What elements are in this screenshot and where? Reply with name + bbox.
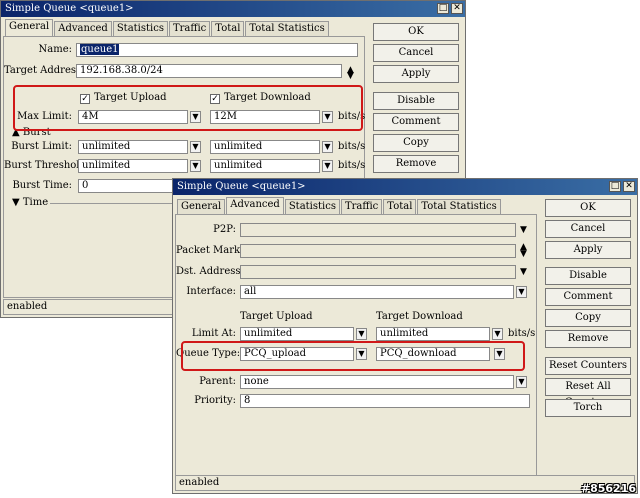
dropdown-icon[interactable]: ▼ xyxy=(190,160,201,172)
dropdown-icon[interactable]: ▼ xyxy=(322,141,333,153)
maximize-icon[interactable]: □ xyxy=(437,3,449,14)
limit-at-unit: bits/s xyxy=(508,328,536,339)
disable-button[interactable]: Disable xyxy=(545,267,631,285)
dst-address-input[interactable] xyxy=(240,265,516,279)
dropdown-icon[interactable]: ▼ xyxy=(516,376,527,388)
limit-at-label: Limit At: xyxy=(191,328,236,339)
tab-total[interactable]: Total xyxy=(383,199,417,214)
parent-label: Parent: xyxy=(199,376,236,387)
updown-arrow-icon-down[interactable]: ▼ xyxy=(347,70,354,82)
tab-total-statistics[interactable]: Total Statistics xyxy=(417,199,501,214)
name-input[interactable]: queue1 xyxy=(76,43,358,57)
limit-at-upload-input[interactable]: unlimited xyxy=(240,327,354,341)
name-value: queue1 xyxy=(80,44,120,55)
dropdown-icon[interactable]: ▼ xyxy=(322,160,333,172)
target-address-label: Target Address: xyxy=(4,65,85,76)
copy-button[interactable]: Copy xyxy=(373,134,459,152)
cancel-button[interactable]: Cancel xyxy=(545,220,631,238)
tab-general[interactable]: General xyxy=(5,19,54,36)
burst-time-label: Burst Time: xyxy=(12,180,72,191)
dropdown-icon[interactable]: ▼ xyxy=(520,266,527,278)
burst-limit-upload-input[interactable]: unlimited xyxy=(78,140,188,154)
apply-button[interactable]: Apply xyxy=(545,241,631,259)
p2p-label: P2P: xyxy=(213,224,236,235)
tab-advanced[interactable]: Advanced xyxy=(226,197,284,214)
tab-bar: General Advanced Statistics Traffic Tota… xyxy=(177,197,502,214)
burst-limit-label: Burst Limit: xyxy=(11,141,72,152)
tab-bar: General Advanced Statistics Traffic Tota… xyxy=(5,19,330,36)
burst-threshold-download-input[interactable]: unlimited xyxy=(210,159,320,173)
burst-threshold-upload-input[interactable]: unlimited xyxy=(78,159,188,173)
interface-select[interactable]: all xyxy=(240,285,514,299)
time-label: Time xyxy=(22,197,49,208)
comment-button[interactable]: Comment xyxy=(545,288,631,306)
dropdown-icon[interactable]: ▼ xyxy=(520,224,527,236)
reset-counters-button[interactable]: Reset Counters xyxy=(545,357,631,375)
simple-queue-window-advanced: Simple Queue <queue1> □ ✕ General Advanc… xyxy=(172,178,638,494)
burst-threshold-label: Burst Threshold: xyxy=(4,160,90,171)
updown-arrow-icon-down[interactable]: ▼ xyxy=(520,248,527,260)
name-label: Name: xyxy=(38,44,72,55)
time-section-toggle[interactable]: ▼ Time xyxy=(12,196,48,210)
maximize-icon[interactable]: □ xyxy=(609,181,621,192)
tab-traffic[interactable]: Traffic xyxy=(168,21,211,36)
tab-traffic[interactable]: Traffic xyxy=(340,199,383,214)
tab-statistics[interactable]: Statistics xyxy=(112,21,168,36)
reset-all-counters-button[interactable]: Reset All Counters xyxy=(545,378,631,408)
queue-type-highlight xyxy=(181,341,525,371)
target-upload-label: Target Upload xyxy=(240,311,313,322)
cancel-button[interactable]: Cancel xyxy=(373,44,459,62)
time-divider xyxy=(50,203,180,204)
remove-button[interactable]: Remove xyxy=(373,155,459,173)
packet-marks-select[interactable] xyxy=(240,244,516,258)
ok-button[interactable]: OK xyxy=(545,199,631,217)
packet-marks-label: Packet Marks: xyxy=(176,245,249,256)
copy-button[interactable]: Copy xyxy=(545,309,631,327)
interface-label: Interface: xyxy=(186,286,236,297)
tab-advanced[interactable]: Advanced xyxy=(54,21,112,36)
parent-select[interactable]: none xyxy=(240,375,514,389)
tab-total[interactable]: Total xyxy=(211,21,245,36)
tab-general[interactable]: General xyxy=(177,199,226,214)
remove-button[interactable]: Remove xyxy=(545,330,631,348)
dropdown-icon[interactable]: ▼ xyxy=(190,141,201,153)
comment-button[interactable]: Comment xyxy=(373,113,459,131)
apply-button[interactable]: Apply xyxy=(373,65,459,83)
status-bar: enabled xyxy=(175,475,635,491)
window-title: Simple Queue <queue1> xyxy=(173,179,637,195)
priority-label: Priority: xyxy=(194,395,236,406)
watermark: #856216 xyxy=(580,482,636,495)
torch-button[interactable]: Torch xyxy=(545,399,631,417)
close-icon[interactable]: ✕ xyxy=(451,3,463,14)
target-address-input[interactable]: 192.168.38.0/24 xyxy=(76,64,342,78)
dst-address-label: Dst. Address: xyxy=(176,266,244,277)
dropdown-icon[interactable]: ▼ xyxy=(516,286,527,298)
burst-limit-unit: bits/s xyxy=(338,141,366,152)
window-title: Simple Queue <queue1> xyxy=(1,1,465,17)
max-limit-highlight xyxy=(13,85,363,131)
burst-threshold-unit: bits/s xyxy=(338,160,366,171)
priority-input[interactable]: 8 xyxy=(240,394,530,408)
burst-time-input[interactable]: 0 xyxy=(78,179,178,193)
tab-statistics[interactable]: Statistics xyxy=(284,199,340,214)
limit-at-download-input[interactable]: unlimited xyxy=(376,327,490,341)
tab-total-statistics[interactable]: Total Statistics xyxy=(245,21,329,36)
burst-limit-download-input[interactable]: unlimited xyxy=(210,140,320,154)
p2p-select[interactable] xyxy=(240,223,516,237)
disable-button[interactable]: Disable xyxy=(373,92,459,110)
target-download-label: Target Download xyxy=(376,311,463,322)
close-icon[interactable]: ✕ xyxy=(623,181,635,192)
ok-button[interactable]: OK xyxy=(373,23,459,41)
dropdown-icon[interactable]: ▼ xyxy=(492,328,503,340)
dropdown-icon[interactable]: ▼ xyxy=(356,328,367,340)
